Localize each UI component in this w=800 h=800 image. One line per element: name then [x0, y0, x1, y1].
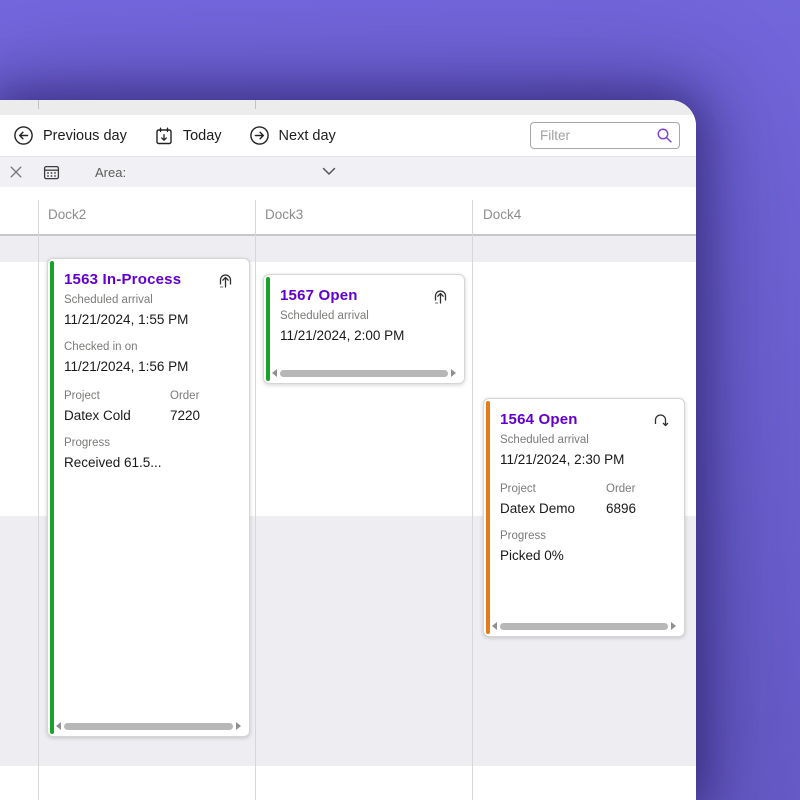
inbound-dock-icon[interactable]	[216, 271, 235, 290]
field-value: Datex Cold	[64, 408, 131, 423]
card-horizontal-scrollbar[interactable]	[492, 621, 676, 631]
field-label: Scheduled arrival	[64, 294, 153, 306]
column-divider	[38, 200, 39, 800]
previous-day-label: Previous day	[43, 127, 127, 144]
appointment-card-1567[interactable]: 1567 Open Scheduled arrival 11/21/2024, …	[263, 274, 465, 384]
previous-day-button[interactable]: Previous day	[13, 125, 127, 146]
today-button[interactable]: Today	[154, 126, 222, 146]
field-value: Received 61.5...	[64, 455, 162, 470]
area-filter-toolbar: Area:	[0, 157, 696, 187]
card-horizontal-scrollbar[interactable]	[56, 721, 241, 731]
field-value: 7220	[170, 408, 201, 423]
column-divider	[472, 200, 473, 800]
scrollbar-thumb[interactable]	[280, 369, 448, 377]
grid-tick	[255, 100, 256, 109]
scrollbar-thumb[interactable]	[64, 722, 233, 730]
appointment-title: 1564 Open	[500, 411, 578, 428]
next-day-button[interactable]: Next day	[249, 125, 336, 146]
field-label: Project	[500, 483, 536, 495]
date-navigation-toolbar: Previous day Today Next day	[0, 115, 696, 156]
calendar-today-icon	[154, 126, 174, 146]
field-label: Checked in on	[64, 341, 138, 353]
column-header-dock2: Dock2	[48, 207, 87, 222]
next-day-label: Next day	[278, 127, 336, 144]
field-value: 11/21/2024, 2:30 PM	[500, 452, 625, 467]
field-label: Order	[606, 483, 636, 495]
today-label: Today	[182, 127, 222, 144]
filter-box	[530, 122, 680, 149]
scroll-left-arrow-icon[interactable]	[56, 722, 61, 730]
field-value: 6896	[606, 501, 637, 516]
column-header-dock4: Dock4	[483, 207, 522, 222]
grid-tick	[38, 100, 39, 109]
header-separator-line	[0, 234, 696, 236]
status-accent-bar	[265, 277, 270, 381]
card-horizontal-scrollbar[interactable]	[272, 368, 456, 378]
app-window: Previous day Today Next day Filter Area:…	[0, 100, 696, 800]
field-label: Progress	[64, 437, 111, 449]
scroll-left-arrow-icon[interactable]	[272, 369, 277, 377]
field-value: 11/21/2024, 2:00 PM	[280, 328, 405, 343]
status-accent-bar	[485, 401, 490, 634]
scrollbar-thumb[interactable]	[500, 622, 668, 630]
arrow-left-circle-icon	[13, 125, 34, 146]
status-accent-bar	[49, 261, 54, 734]
window-top-edge	[0, 100, 696, 115]
scroll-right-arrow-icon[interactable]	[451, 369, 456, 377]
field-label: Project	[64, 390, 100, 402]
inbound-dock-icon[interactable]	[431, 287, 450, 306]
appointment-card-1563[interactable]: 1563 In-Process Scheduled arrival 11/21/…	[47, 258, 250, 737]
scroll-right-arrow-icon[interactable]	[236, 722, 241, 730]
appointment-card-1564[interactable]: 1564 Open Scheduled arrival 11/21/2024, …	[483, 398, 685, 637]
area-label: Area:	[95, 164, 127, 180]
search-icon[interactable]	[656, 127, 673, 149]
appointment-title: 1563 In-Process	[64, 271, 182, 288]
field-label: Order	[170, 390, 200, 402]
field-value: 11/21/2024, 1:55 PM	[64, 312, 189, 327]
field-label: Scheduled arrival	[500, 434, 589, 446]
field-label: Progress	[500, 530, 547, 542]
clear-filter-icon[interactable]	[9, 165, 23, 179]
scroll-left-arrow-icon[interactable]	[492, 622, 497, 630]
field-value: 11/21/2024, 1:56 PM	[64, 359, 189, 374]
scroll-right-arrow-icon[interactable]	[671, 622, 676, 630]
arrow-right-circle-icon	[249, 125, 270, 146]
field-value: Picked 0%	[500, 548, 564, 563]
desktop-background: Previous day Today Next day Filter Area:…	[0, 0, 800, 800]
field-label: Scheduled arrival	[280, 310, 369, 322]
calendar-grid-icon[interactable]	[43, 164, 60, 181]
outbound-dock-icon[interactable]	[651, 411, 670, 430]
appointment-title: 1567 Open	[280, 287, 358, 304]
column-header-dock3: Dock3	[265, 207, 304, 222]
column-divider	[255, 200, 256, 800]
field-value: Datex Demo	[500, 501, 576, 516]
chevron-down-icon[interactable]	[322, 167, 336, 176]
